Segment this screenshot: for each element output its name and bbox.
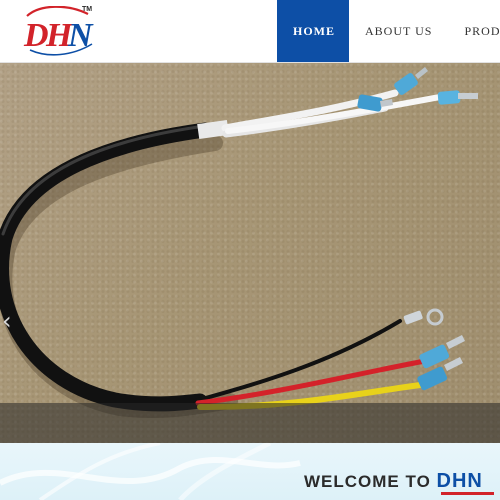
- dhn-logo[interactable]: D H N: [22, 6, 96, 56]
- welcome-prefix: WELCOME TO: [304, 472, 431, 491]
- svg-text:N: N: [67, 17, 94, 54]
- site-header: D H N TM HOME ABOUT US PROD: [0, 0, 500, 63]
- welcome-brand: DHN: [436, 470, 483, 492]
- wire-harness-photo: [0, 67, 478, 419]
- trademark-mark: TM: [82, 6, 93, 13]
- welcome-underline: [441, 492, 494, 495]
- nav-home[interactable]: HOME: [277, 0, 349, 62]
- hero-caption-bar: [0, 403, 500, 443]
- hero-slider: ‹: [0, 63, 500, 443]
- nav-about-us[interactable]: ABOUT US: [349, 0, 448, 62]
- welcome-heading: WELCOME TO DHN: [304, 470, 483, 493]
- svg-text:D: D: [23, 17, 49, 54]
- main-nav: HOME ABOUT US PROD: [277, 0, 500, 62]
- nav-products[interactable]: PROD: [448, 0, 500, 62]
- dhn-logo-mark: D H N: [23, 6, 94, 56]
- chevron-left-icon[interactable]: ‹: [2, 307, 22, 335]
